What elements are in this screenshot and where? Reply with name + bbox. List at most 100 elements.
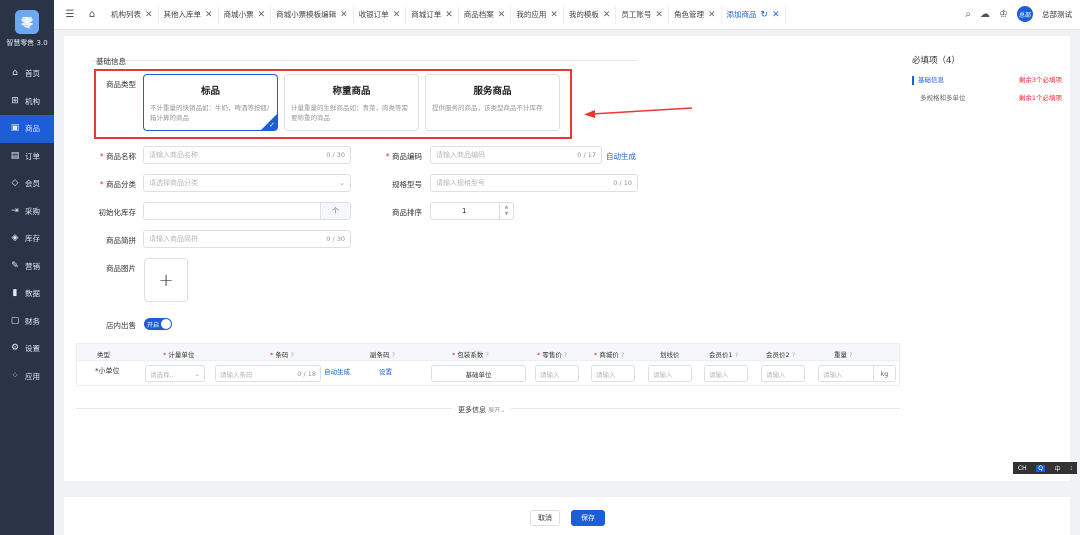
barcode-auto-link[interactable]: 自动生成 (324, 366, 350, 376)
cloud-icon[interactable]: ☁ (980, 9, 990, 20)
tab[interactable]: 收银订单 ✕ (354, 5, 407, 24)
tab[interactable]: 角色管理 ✕ (669, 5, 722, 24)
sidebar-item[interactable]: ⁘ 应用 (0, 363, 54, 391)
refresh-icon[interactable]: ↻ (761, 10, 769, 20)
spec-input[interactable]: 请输入规格型号 0 / 10 (430, 174, 638, 192)
barcode-input[interactable]: 请输入条码 0 / 18 (215, 365, 321, 382)
required-item-spec[interactable]: 多规格和多单位 剩余1个必填项 (912, 92, 1062, 102)
tab[interactable]: 添加商品 ↻ ✕ (722, 5, 786, 24)
ime-toolbar[interactable]: CH Q 中 ⁝ (1013, 462, 1077, 474)
home-tab-icon[interactable]: ⌂ (86, 9, 98, 20)
annotation-arrow (584, 107, 693, 118)
type-card-service[interactable]: 服务商品 提供服务的商品，该类型商品不计库存 (425, 74, 560, 131)
stock-input[interactable]: 个 (143, 202, 351, 220)
tab[interactable]: 其他入库单 ✕ (159, 5, 219, 24)
close-icon[interactable]: ✕ (772, 10, 780, 20)
user-name[interactable]: 总部测试 (1042, 9, 1072, 20)
spec-count: 0 / 10 (613, 179, 632, 187)
tab[interactable]: 机构列表 ✕ (106, 5, 159, 24)
finance-icon: ▢ (10, 315, 20, 326)
image-upload-button[interactable]: + (144, 258, 188, 302)
sidebar-item-label: 首页 (25, 69, 40, 79)
tab[interactable]: 我的模板 ✕ (564, 5, 617, 24)
category-select[interactable]: 请选择商品分类 ⌄ (143, 174, 351, 192)
sidebar-item-label: 数据 (25, 289, 40, 299)
ime-lang: CH (1017, 464, 1027, 472)
sort-stepper[interactable]: 1 ▲ ▼ (430, 202, 514, 220)
vip2-price-input[interactable]: 请输入 (761, 365, 805, 382)
save-button[interactable]: 保存 (571, 510, 605, 526)
tab[interactable]: 商城订单 ✕ (406, 5, 459, 24)
sidebar-item[interactable]: ⌂ 首页 (0, 60, 54, 88)
type-card-standard[interactable]: 标品 不计重量的快销品如：牛奶，啤酒等按瓶/箱计算的商品 ✓ (143, 74, 278, 131)
shirt-icon[interactable]: ♔ (999, 9, 1008, 20)
order-icon: ▤ (10, 150, 20, 161)
pinyin-label: 商品简拼 (106, 236, 136, 245)
close-icon[interactable]: ✕ (340, 10, 348, 20)
help-icon: ? (391, 351, 396, 359)
type-title: 称重商品 (332, 86, 371, 97)
sidebar-item[interactable]: ⊞ 机构 (0, 88, 54, 116)
code-input[interactable]: 请输入商品编码 0 / 17 (430, 146, 602, 164)
stock-icon: ◈ (11, 233, 19, 244)
tab-label: 员工账号 (621, 10, 652, 19)
auto-generate-link[interactable]: 自动生成 (606, 151, 636, 162)
sidebar-item[interactable]: ◈ 库存 (0, 225, 54, 253)
name-input[interactable]: 请输入商品名称 0 / 30 (143, 146, 351, 164)
col-mall: * 商城价 ? (594, 351, 625, 359)
cancel-button[interactable]: 取消 (530, 510, 560, 526)
type-desc: 提供服务的商品，该类型商品不计库存 (432, 104, 543, 112)
close-icon[interactable]: ✕ (550, 10, 558, 20)
close-icon[interactable]: ✕ (445, 10, 453, 20)
sidebar-item-label: 商品 (25, 124, 40, 134)
search-icon[interactable]: ⌕ (965, 9, 971, 20)
vip1-price-input[interactable]: 请输入 (704, 365, 748, 382)
stepper-arrows-icon[interactable]: ▲ ▼ (499, 203, 513, 219)
close-icon[interactable]: ✕ (393, 10, 401, 20)
tab[interactable]: 我的应用 ✕ (511, 5, 564, 24)
sidebar-item[interactable]: ◇ 会员 (0, 170, 54, 198)
store-sale-toggle[interactable]: 开启 (144, 318, 172, 330)
close-icon[interactable]: ✕ (603, 10, 611, 20)
unit-select[interactable]: 请选择... ⌄ (145, 365, 205, 382)
sidebar-item[interactable]: ⚙ 设置 (0, 335, 54, 363)
sidebar-item[interactable]: ✎ 营销 (0, 253, 54, 281)
sidebar-item[interactable]: ▤ 订单 (0, 143, 54, 171)
close-icon[interactable]: ✕ (498, 10, 506, 20)
col-retail: * 零售价 ? (537, 351, 568, 359)
col-sub-barcode: 副条码 ? (370, 351, 396, 359)
sidebar-item[interactable]: ▣ 商品 (0, 115, 54, 143)
tab-label: 我的应用 (516, 10, 547, 19)
close-icon[interactable]: ✕ (205, 10, 213, 20)
mall-price-input[interactable]: 请输入 (591, 365, 635, 382)
check-icon: ✓ (269, 121, 275, 129)
sidebar-item[interactable]: ▮ 数据 (0, 280, 54, 308)
close-icon[interactable]: ✕ (145, 10, 153, 20)
sidebar-item[interactable]: ▢ 财务 (0, 308, 54, 336)
help-icon: ? (620, 351, 625, 359)
retail-price-input[interactable]: 请输入 (535, 365, 579, 382)
menu-toggle-icon[interactable]: ☰ (64, 9, 76, 20)
tab-label: 商城订单 (411, 10, 442, 19)
tab[interactable]: 商品档案 ✕ (459, 5, 512, 24)
ime-dots-icon: ⁝ (1070, 464, 1073, 472)
sidebar-item[interactable]: ⇥ 采购 (0, 198, 54, 226)
sub-barcode-set-link[interactable]: 设置 (379, 366, 392, 376)
tab[interactable]: 商城小票 ✕ (219, 5, 272, 24)
home-icon: ⌂ (12, 68, 18, 79)
type-card-weighed[interactable]: 称重商品 计量重量的生鲜商品如：青菜，肉类等需要称重的商品 (284, 74, 419, 131)
close-icon[interactable]: ✕ (655, 10, 663, 20)
section-divider (92, 60, 637, 61)
sidebar-item-label: 营销 (25, 261, 40, 271)
strike-price-input[interactable]: 请输入 (648, 365, 692, 382)
required-item-basic[interactable]: 基础信息 剩余3个必填项 (912, 74, 1062, 85)
close-icon[interactable]: ✕ (708, 10, 716, 20)
close-icon[interactable]: ✕ (258, 10, 266, 20)
tab[interactable]: 员工账号 ✕ (616, 5, 669, 24)
weight-input[interactable]: 请输入 kg (818, 365, 896, 382)
more-info-toggle[interactable]: 更多信息 展开⌄ (452, 405, 512, 415)
pinyin-input[interactable]: 请输入商品简拼 0 / 30 (143, 230, 351, 248)
avatar[interactable]: 总部 (1017, 6, 1033, 22)
tab[interactable]: 商城小票模板编辑 ✕ (271, 5, 354, 24)
expand-link: 展开 (488, 407, 501, 414)
